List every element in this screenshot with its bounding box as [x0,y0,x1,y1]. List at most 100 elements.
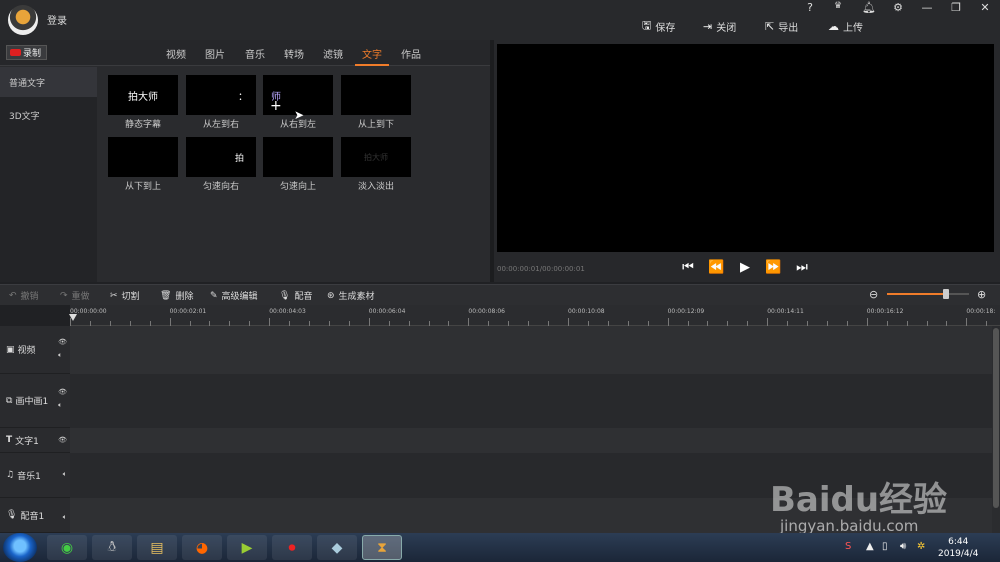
tab-image[interactable]: 图片 [205,46,225,61]
playhead[interactable] [69,314,77,321]
taskbar-recorder-icon[interactable]: ⏺ [272,535,312,560]
text-effect-left-to-right[interactable]: ： 从左到右 [186,75,256,130]
effect-preview: 拍大师 [108,75,178,115]
effect-label: 淡入淡出 [357,182,394,192]
record-icon [10,49,21,56]
help-button[interactable]: ? [802,1,818,15]
system-clock[interactable]: 6:44 2019/4/4 [938,536,978,560]
export-button[interactable]: ⇱ 导出 [765,18,798,34]
text-effect-uniform-right[interactable]: 拍 匀速向右 [186,137,256,192]
taskbar-360-icon[interactable]: ◉ [47,535,87,560]
skip-end-icon[interactable]: ⏭ [794,260,810,275]
trash-icon: 🗑︎ [160,290,172,301]
effect-preview: 拍大师 [341,137,411,177]
tab-works[interactable]: 作品 [401,46,421,61]
tab-music[interactable]: 音乐 [245,46,265,61]
exit-icon: ⇥ [703,19,713,33]
text-effect-fade[interactable]: 拍大师 淡入淡出 [341,137,411,192]
video-track[interactable] [70,326,992,374]
generate-material-button[interactable]: ⊛ 生成素材 [327,289,375,303]
vip-icon[interactable]: ♛ [830,1,846,15]
taskbar-explorer-icon[interactable]: ▤ [137,535,177,560]
upload-button[interactable]: ☁ 上传 [828,18,863,34]
close-project-button[interactable]: ⇥ 关闭 [703,18,736,34]
tray-device-icon[interactable]: ▯ [882,541,888,552]
bell-icon[interactable]: 🔔︎ [861,1,877,15]
delete-button[interactable]: 🗑︎ 删除 [160,289,193,303]
sidebar-item-3d-text[interactable]: 3D文字 [0,100,97,130]
film-reel-icon: ⊛ [327,290,335,301]
text-effect-static[interactable]: 拍大师 静态字幕 [108,75,178,130]
zoom-slider-handle[interactable] [943,289,949,299]
taskbar-media-icon[interactable]: ▶ [227,535,267,560]
export-icon: ⇱ [765,19,775,33]
speaker-icon[interactable]: 🔈︎ [58,351,67,360]
taskbar-qq-icon[interactable]: 🐧︎ [92,535,132,560]
undo-button[interactable]: ↶ 撤销 [9,289,39,303]
ruler-tick [866,318,868,326]
track-header-video: ▣ 视频 👁︎ 🔈︎ [0,326,70,374]
tray-expand-icon[interactable]: ▲ [866,541,874,552]
ruler-label: 00:00:04:03 [269,308,306,315]
restore-icon[interactable]: ❐ [948,1,964,15]
minimize-icon[interactable]: — [919,1,935,15]
track-header-music: ♫ 音乐1 🔈︎ [0,453,70,498]
zoom-in-icon[interactable]: ⊕ [977,288,986,301]
skip-start-icon[interactable]: ⏮ [680,260,696,275]
tab-filter[interactable]: 滤镜 [323,46,343,61]
text-effect-top-to-bottom[interactable]: 从上到下 [341,75,411,130]
tray-sogou-icon[interactable]: S [845,541,851,552]
login-link[interactable]: 登录 [47,12,67,27]
text-effect-bottom-to-top[interactable]: 从下到上 [108,137,178,192]
eye-icon[interactable]: 👁︎ [58,338,67,346]
ruler-tick [767,318,769,326]
effect-preview [263,137,333,177]
gear-icon[interactable]: ⚙ [890,1,906,15]
eye-icon[interactable]: 👁︎ [58,388,67,396]
speaker-icon[interactable]: 🔈︎ [58,401,67,410]
speaker-icon[interactable]: 🔈︎ [63,470,67,479]
tray-network-icon[interactable]: ✲ [917,541,925,552]
tab-transition[interactable]: 转场 [284,46,304,61]
ruler-label: 00:00:10:08 [568,308,605,315]
close-window-icon[interactable]: ✕ [977,1,993,15]
taskbar-paidashi-icon[interactable]: ⧗ [362,535,402,560]
taskbar-firefox-icon[interactable]: ◕ [182,535,222,560]
zoom-slider-fill [887,293,946,295]
speaker-icon[interactable]: 🔈︎ [63,513,67,522]
redo-icon: ↷ [60,290,68,301]
taskbar-app-icon[interactable]: ◆ [317,535,357,560]
tab-video[interactable]: 视频 [166,46,186,61]
step-forward-icon[interactable]: ⏩ [765,260,781,275]
effect-preview: 拍 [186,137,256,177]
timeline-scroll-thumb[interactable] [993,328,999,508]
zoom-out-icon[interactable]: ⊖ [869,288,878,301]
text-track[interactable] [70,428,992,453]
microphone-icon: 🎙︎ [6,510,18,520]
save-button[interactable]: 🖫 保存 [642,18,675,34]
pip-track[interactable] [70,374,992,428]
track-header-dubbing: 🎙︎ 配音1 🔈︎ [0,498,70,533]
eye-icon[interactable]: 👁︎ [58,436,67,444]
text-effect-uniform-up[interactable]: 匀速向上 [263,137,333,192]
ruler-tick [568,318,569,326]
ruler-tick [966,318,968,326]
play-icon[interactable]: ▶ [737,260,753,275]
tab-text[interactable]: 文字 [362,46,382,61]
record-button[interactable]: 录制 [6,45,47,60]
cut-button[interactable]: ✂ 切割 [110,289,140,303]
sidebar-item-normal-text[interactable]: 普通文字 [0,67,97,97]
advanced-edit-button[interactable]: ✎ 高级编辑 [210,289,258,303]
dubbing-button[interactable]: 🎙︎ 配音 [279,289,312,303]
active-tab-indicator [355,64,389,66]
ruler-label: 00:00:14:11 [767,308,804,315]
tray-volume-icon[interactable]: 🔊︎ [900,541,906,552]
ruler-label: 00:00:16:12 [866,308,904,315]
ruler-tick [667,318,669,326]
track-header-pip: ⧉ 画中画1 👁︎ 🔈︎ [0,374,70,428]
redo-button[interactable]: ↷ 重做 [60,289,90,303]
start-button[interactable] [3,533,37,562]
step-back-icon[interactable]: ⏪ [708,260,724,275]
effect-label: 从下到上 [124,182,161,192]
ruler-tick [468,318,470,326]
